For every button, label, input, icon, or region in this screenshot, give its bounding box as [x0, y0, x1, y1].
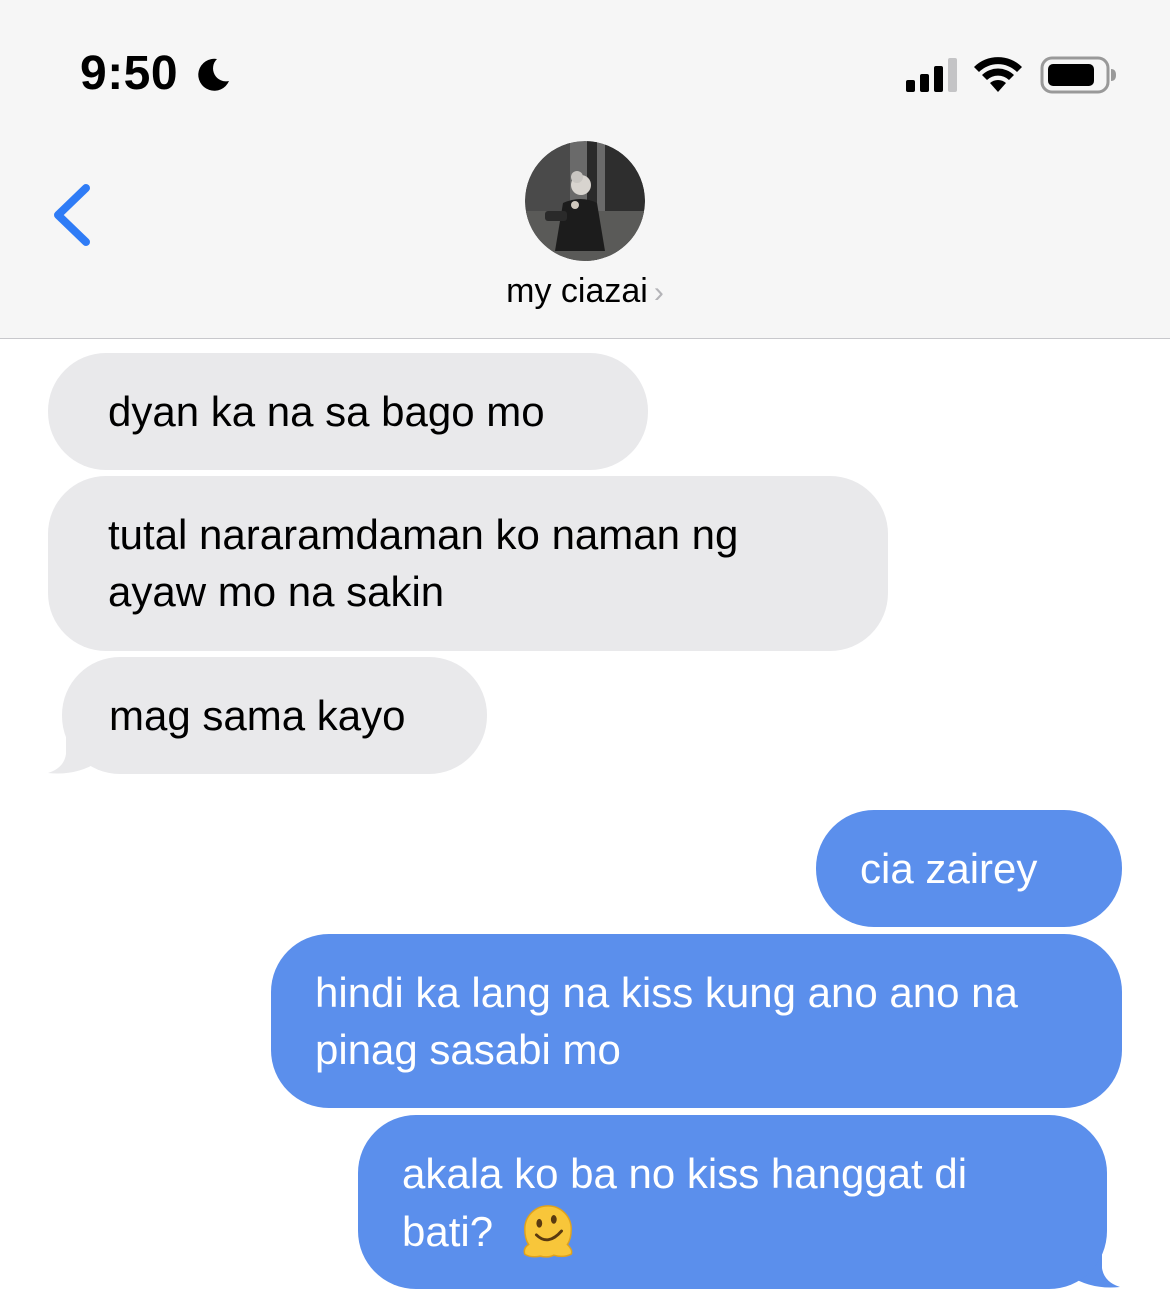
battery-icon: [1040, 56, 1116, 94]
wifi-icon: [974, 57, 1022, 92]
status-bar: 9:50: [0, 0, 1170, 130]
outgoing-message[interactable]: cia zairey: [816, 810, 1122, 927]
outgoing-message[interactable]: akala ko ba no kiss hanggat di bati?: [358, 1115, 1107, 1289]
status-time: 9:50: [80, 47, 179, 100]
message-text: akala ko ba no kiss hanggat di bati?: [402, 1150, 968, 1255]
contact-avatar[interactable]: [525, 141, 645, 261]
contact-name-button[interactable]: my ciazai ›: [0, 272, 1170, 311]
cellular-signal-icon: [906, 58, 957, 92]
incoming-message[interactable]: dyan ka na sa bago mo: [48, 353, 648, 470]
melting-face-emoji: [523, 1205, 573, 1258]
outgoing-message[interactable]: hindi ka lang na kiss kung ano ano na pi…: [271, 934, 1122, 1108]
message-text: hindi ka lang na kiss kung ano ano na pi…: [315, 969, 1018, 1073]
moon-icon: [198, 58, 229, 91]
chevron-right-icon: ›: [653, 276, 664, 309]
message-text: cia zairey: [860, 845, 1038, 892]
message-text: dyan ka na sa bago mo: [108, 388, 545, 435]
incoming-message[interactable]: tutal nararamdaman ko naman ng ayaw mo n…: [48, 476, 888, 651]
message-text: tutal nararamdaman ko naman ng ayaw mo n…: [108, 511, 739, 615]
conversation-header: my ciazai ›: [0, 130, 1170, 339]
back-chevron-icon[interactable]: [44, 180, 104, 250]
message-text: mag sama kayo: [109, 692, 406, 739]
incoming-message[interactable]: mag sama kayo: [62, 657, 487, 774]
contact-name: my ciazai: [506, 272, 648, 310]
